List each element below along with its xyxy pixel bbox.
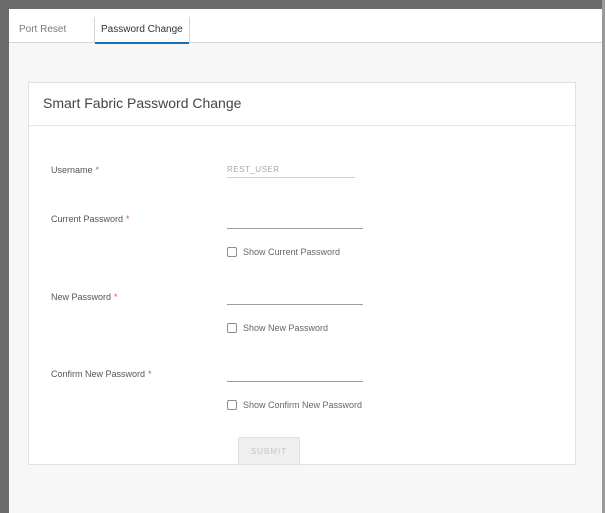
show-confirm-password-checkbox[interactable] <box>227 400 237 410</box>
window-frame-top <box>0 0 605 9</box>
new-password-input[interactable] <box>227 289 363 305</box>
page: Port Reset Password Change Smart Fabric … <box>9 9 602 513</box>
confirm-password-label: Confirm New Password * <box>51 369 152 379</box>
current-password-label-text: Current Password <box>51 214 124 224</box>
show-current-password-checkbox[interactable] <box>227 247 237 257</box>
submit-button[interactable]: SUBMIT <box>238 437 300 465</box>
show-new-password-checkbox[interactable] <box>227 323 237 333</box>
username-label-text: Username <box>51 165 93 175</box>
required-marker: * <box>95 165 100 175</box>
show-current-password-label: Show Current Password <box>243 247 341 257</box>
tab-bar: Port Reset Password Change <box>9 9 602 44</box>
tab-password-change[interactable]: Password Change <box>94 17 190 44</box>
show-new-password-label: Show New Password <box>243 323 329 333</box>
confirm-password-label-text: Confirm New Password <box>51 369 146 379</box>
card-title: Smart Fabric Password Change <box>43 95 242 111</box>
show-current-password-toggle[interactable]: Show Current Password <box>227 246 340 258</box>
current-password-input[interactable] <box>227 213 363 229</box>
username-field: REST_USER <box>227 162 355 178</box>
required-marker: * <box>114 292 118 302</box>
tab-port-reset[interactable]: Port Reset <box>19 24 66 35</box>
show-new-password-toggle[interactable]: Show New Password <box>227 322 328 334</box>
required-marker: * <box>126 214 130 224</box>
show-confirm-password-toggle[interactable]: Show Confirm New Password <box>227 399 362 411</box>
card-divider <box>29 125 575 126</box>
show-confirm-password-label: Show Confirm New Password <box>243 400 363 410</box>
new-password-label: New Password * <box>51 292 118 302</box>
password-change-card: Smart Fabric Password Change Username * R… <box>28 82 576 465</box>
current-password-label: Current Password * <box>51 214 130 224</box>
confirm-password-input[interactable] <box>227 366 363 382</box>
window-frame-left <box>0 0 9 513</box>
new-password-label-text: New Password <box>51 292 112 302</box>
username-label: Username * <box>51 165 99 175</box>
required-marker: * <box>148 369 152 379</box>
